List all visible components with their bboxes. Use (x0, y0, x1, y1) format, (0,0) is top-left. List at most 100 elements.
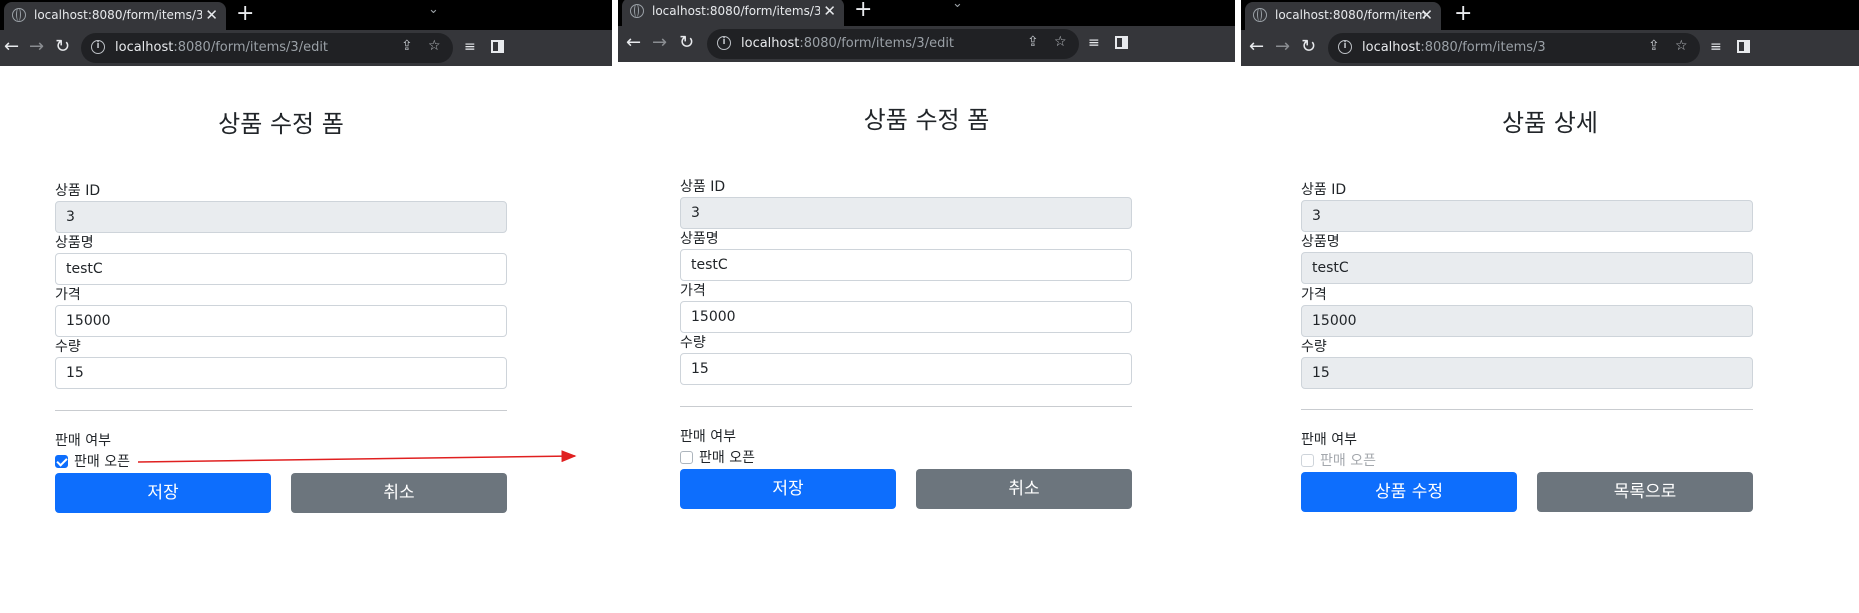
back-icon[interactable]: ← (626, 33, 641, 53)
divider (55, 410, 507, 411)
globe-icon (630, 4, 644, 18)
open-checkbox-row: 판매 오픈 (1301, 451, 1376, 471)
browser-tab[interactable]: localhost:8080/form/items/3 ✕ (1245, 2, 1441, 30)
new-tab-icon[interactable]: + (854, 0, 872, 22)
quantity-field: 수량 15 (1301, 337, 1753, 389)
tab-title: localhost:8080/form/items/3 (1275, 8, 1425, 22)
item-name-field: 상품명 testC (55, 233, 507, 285)
info-icon[interactable]: i (91, 40, 105, 54)
price-input[interactable]: 15000 (680, 301, 1132, 333)
item-name-input[interactable]: testC (55, 253, 507, 285)
open-checkbox[interactable] (55, 455, 68, 468)
save-button[interactable]: 저장 (55, 473, 271, 513)
quantity-field: 수량 15 (55, 337, 507, 389)
info-icon[interactable]: i (717, 36, 731, 50)
price-field: 가격 15000 (55, 285, 507, 337)
address-bar[interactable]: i localhost:8080/form/items/3/edit ⇪ ☆ (81, 33, 453, 63)
divider (680, 406, 1132, 407)
field-label: 가격 (680, 283, 706, 299)
chevron-down-icon[interactable]: ⌄ (428, 2, 439, 17)
save-button[interactable]: 저장 (680, 469, 896, 509)
reload-icon[interactable]: ↻ (1301, 37, 1316, 57)
sale-label: 판매 여부 (1301, 432, 1357, 448)
close-icon[interactable]: ✕ (823, 2, 836, 20)
field-label: 수량 (1301, 339, 1327, 355)
new-tab-icon[interactable]: + (236, 2, 254, 26)
cancel-button[interactable]: 취소 (916, 469, 1132, 509)
side-panel-icon[interactable] (491, 40, 504, 53)
star-icon[interactable]: ☆ (1054, 34, 1067, 50)
reading-list-icon[interactable]: ≡ (1710, 39, 1722, 55)
sale-label: 판매 여부 (55, 433, 111, 449)
open-checkbox-row[interactable]: 판매 오픈 (680, 448, 755, 468)
reload-icon[interactable]: ↻ (679, 33, 694, 53)
side-panel-icon[interactable] (1115, 36, 1128, 49)
item-name-input: testC (1301, 252, 1753, 284)
forward-icon[interactable]: → (29, 37, 44, 57)
tab-title: localhost:8080/form/items/3/edit (652, 4, 820, 18)
page-title: 상품 수정 폼 (863, 106, 990, 134)
side-panel-icon[interactable] (1737, 40, 1750, 53)
share-icon[interactable]: ⇪ (401, 38, 413, 54)
item-name-input[interactable]: testC (680, 249, 1132, 281)
field-label: 가격 (55, 287, 81, 303)
reading-list-icon[interactable]: ≡ (464, 39, 476, 55)
tab-title: localhost:8080/form/items/3/edit (34, 8, 202, 22)
field-label: 수량 (55, 339, 81, 355)
browser-toolbar: ← → ↻ i localhost:8080/form/items/3/edit… (618, 26, 1235, 62)
item-name-field: 상품명 testC (680, 229, 1132, 281)
page-title: 상품 상세 (1502, 109, 1598, 137)
back-to-list-button[interactable]: 목록으로 (1537, 472, 1753, 512)
new-tab-icon[interactable]: + (1454, 2, 1472, 26)
open-checkbox[interactable] (680, 451, 693, 464)
address-bar[interactable]: i localhost:8080/form/items/3 ⇪ ☆ (1328, 33, 1700, 63)
page-title: 상품 수정 폼 (218, 110, 344, 138)
field-label: 상품명 (1301, 234, 1340, 250)
url-text: localhost:8080/form/items/3 (1362, 40, 1546, 55)
browser-window-edit-unchecked: localhost:8080/form/items/3/edit ✕ + ⌄ ←… (618, 0, 1235, 613)
chevron-down-icon[interactable]: ⌄ (952, 0, 963, 11)
browser-window-edit-checked: localhost:8080/form/items/3/edit ✕ + ⌄ ←… (0, 0, 612, 613)
close-icon[interactable]: ✕ (1420, 6, 1433, 24)
price-input: 15000 (1301, 305, 1753, 337)
item-id-field: 상품 ID 3 (55, 181, 507, 233)
address-bar[interactable]: i localhost:8080/form/items/3/edit ⇪ ☆ (707, 29, 1079, 59)
sale-label: 판매 여부 (680, 429, 736, 445)
item-id-field: 상품 ID 3 (680, 177, 1132, 229)
field-label: 상품 ID (1301, 182, 1347, 198)
quantity-input: 15 (1301, 357, 1753, 389)
browser-tab[interactable]: localhost:8080/form/items/3/edit ✕ (4, 2, 226, 30)
star-icon[interactable]: ☆ (428, 38, 441, 54)
edit-item-button[interactable]: 상품 수정 (1301, 472, 1517, 512)
item-name-field: 상품명 testC (1301, 232, 1753, 284)
price-input[interactable]: 15000 (55, 305, 507, 337)
open-checkbox-label: 판매 오픈 (699, 450, 755, 466)
forward-icon[interactable]: → (652, 33, 667, 53)
open-checkbox-row[interactable]: 판매 오픈 (55, 452, 130, 472)
globe-icon (1253, 8, 1267, 22)
item-id-input: 3 (55, 201, 507, 233)
reading-list-icon[interactable]: ≡ (1088, 35, 1100, 51)
browser-toolbar: ← → ↻ i localhost:8080/form/items/3 ⇪ ☆ … (1241, 30, 1859, 66)
cancel-button[interactable]: 취소 (291, 473, 507, 513)
browser-tab[interactable]: localhost:8080/form/items/3/edit ✕ (622, 0, 844, 26)
field-label: 상품 ID (55, 183, 101, 199)
star-icon[interactable]: ☆ (1675, 38, 1688, 54)
quantity-field: 수량 15 (680, 333, 1132, 385)
item-id-input: 3 (1301, 200, 1753, 232)
back-icon[interactable]: ← (4, 37, 19, 57)
close-icon[interactable]: ✕ (205, 6, 218, 24)
url-text: localhost:8080/form/items/3/edit (115, 40, 329, 55)
share-icon[interactable]: ⇪ (1027, 34, 1039, 50)
url-text: localhost:8080/form/items/3/edit (741, 36, 955, 51)
back-icon[interactable]: ← (1249, 37, 1264, 57)
forward-icon[interactable]: → (1275, 37, 1290, 57)
price-field: 가격 15000 (680, 281, 1132, 333)
share-icon[interactable]: ⇪ (1648, 38, 1660, 54)
tab-strip: localhost:8080/form/items/3/edit ✕ + ⌄ (0, 0, 612, 30)
info-icon[interactable]: i (1338, 40, 1352, 54)
quantity-input[interactable]: 15 (680, 353, 1132, 385)
quantity-input[interactable]: 15 (55, 357, 507, 389)
price-field: 가격 15000 (1301, 285, 1753, 337)
reload-icon[interactable]: ↻ (55, 37, 70, 57)
